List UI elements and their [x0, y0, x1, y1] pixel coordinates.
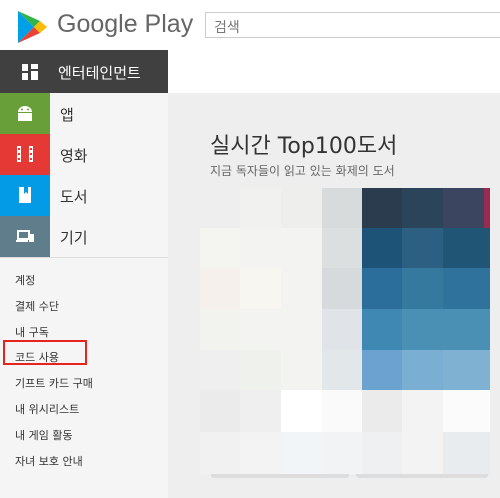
- book-icon: [19, 187, 31, 203]
- books-icon-box: [0, 175, 50, 216]
- apps-icon-box: [0, 93, 50, 134]
- sidebar-item-label: 도서: [60, 188, 88, 206]
- devices-icon: [16, 230, 34, 242]
- sidebar-item-label: 기기: [60, 229, 88, 247]
- apps-grid-icon: [22, 64, 38, 80]
- category-header[interactable]: 엔터테인먼트: [0, 50, 168, 93]
- devices-icon-box: [0, 216, 50, 257]
- section-title[interactable]: 실시간 Top100도서: [210, 128, 397, 160]
- category-label: 엔터테인먼트: [58, 64, 141, 82]
- sidebar-item-movies[interactable]: 영화: [0, 134, 168, 175]
- google-play-logo-icon[interactable]: [14, 9, 50, 45]
- link-buy-gift-card[interactable]: 기프트 카드 구매: [15, 375, 93, 391]
- link-account[interactable]: 계정: [15, 272, 35, 288]
- link-payment-methods[interactable]: 결제 수단: [15, 298, 59, 314]
- sidebar-item-label: 앱: [60, 106, 74, 124]
- redeem-highlight-box: [3, 340, 87, 365]
- sidebar-item-apps[interactable]: 앱: [0, 93, 168, 134]
- search-input[interactable]: 검색: [205, 12, 500, 38]
- link-parental-guide[interactable]: 자녀 보호 안내: [15, 453, 83, 469]
- sub-bar: [168, 50, 500, 93]
- film-icon: [17, 146, 33, 162]
- card-shadow: [211, 474, 349, 478]
- link-my-game-activity[interactable]: 내 게임 활동: [15, 427, 73, 443]
- android-icon: [18, 106, 32, 121]
- card-shadow: [356, 474, 488, 478]
- sidebar-item-books[interactable]: 도서: [0, 175, 168, 216]
- section-subtitle: 지금 독자들이 읽고 있는 화제의 도서: [210, 164, 395, 178]
- link-my-subscriptions[interactable]: 내 구독: [15, 324, 49, 340]
- link-my-wishlist[interactable]: 내 위시리스트: [15, 401, 79, 417]
- book-cover-mosaic[interactable]: [200, 188, 490, 474]
- sidebar-item-devices[interactable]: 기기: [0, 216, 168, 257]
- top-bar: Google Play 검색: [0, 0, 500, 50]
- logo-text[interactable]: Google Play: [57, 10, 193, 39]
- sidebar-divider: [0, 257, 168, 258]
- movies-icon-box: [0, 134, 50, 175]
- sidebar-item-label: 영화: [60, 147, 88, 165]
